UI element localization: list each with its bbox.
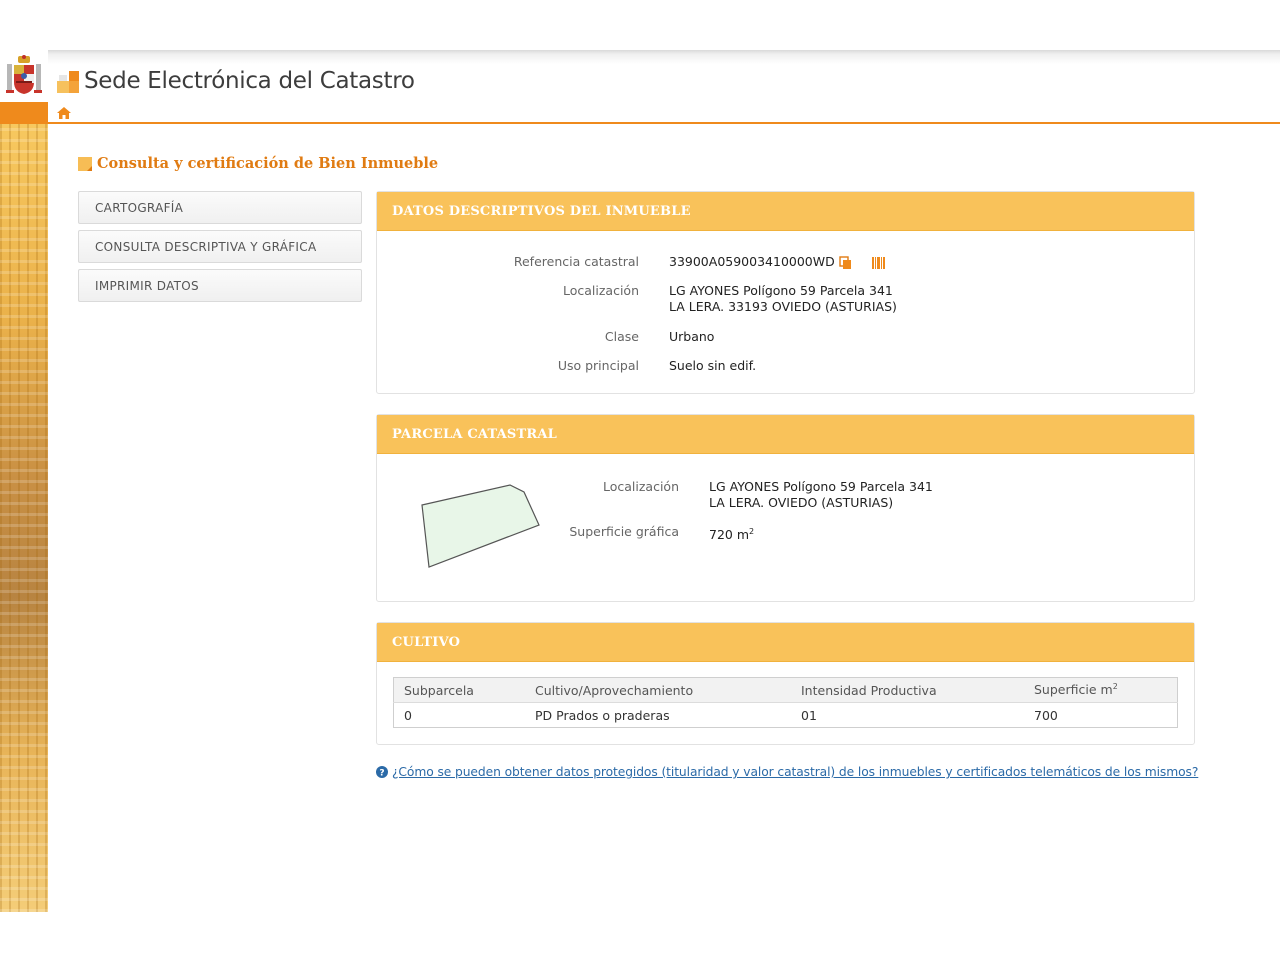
superficie-grafica-number: 720 m	[709, 527, 750, 543]
sidebar-item-cartografia[interactable]: CARTOGRAFÍA	[78, 191, 362, 224]
site-title[interactable]: Sede Electrónica del Catastro	[84, 68, 415, 94]
datos-descriptivos-title: DATOS DESCRIPTIVOS DEL INMUEBLE	[377, 192, 1194, 231]
table-header-row: Subparcela Cultivo/Aprovechamiento Inten…	[393, 677, 1178, 703]
col-superficie-exp: 2	[1112, 682, 1118, 692]
nav-bar	[48, 102, 1280, 124]
localizacion-line2: LA LERA. 33193 OVIEDO (ASTURIAS)	[669, 299, 897, 314]
home-icon[interactable]	[57, 107, 71, 119]
sidebar-item-consulta-descriptiva[interactable]: CONSULTA DESCRIPTIVA Y GRÁFICA	[78, 230, 362, 263]
cultivo-table: Subparcela Cultivo/Aprovechamiento Inten…	[393, 677, 1178, 728]
superficie-grafica-value: 720 m2	[709, 524, 754, 543]
catastro-logo-icon	[57, 71, 79, 93]
col-cultivo: Cultivo/Aprovechamiento	[525, 677, 791, 703]
top-margin	[0, 0, 1280, 50]
page-title: Consulta y certificación de Bien Inmuebl…	[78, 155, 438, 172]
sidebar-item-imprimir-datos[interactable]: IMPRIMIR DATOS	[78, 269, 362, 302]
uso-principal-value: Suelo sin edif.	[669, 358, 757, 373]
localizacion-line1: LG AYONES Polígono 59 Parcela 341	[669, 283, 893, 298]
table-row: 0 PD Prados o praderas 01 700	[394, 703, 1178, 728]
spain-coat-of-arms-icon	[0, 50, 48, 102]
parcela-localizacion-label: Localización	[602, 479, 679, 494]
barcode-icon[interactable]	[871, 256, 886, 269]
nav-accent-block	[0, 102, 48, 124]
page-title-text: Consulta y certificación de Bien Inmuebl…	[97, 155, 439, 172]
question-circle-icon: ?	[376, 766, 388, 778]
copy-icon[interactable]	[839, 256, 852, 269]
document-icon	[78, 156, 92, 171]
cell-superficie: 700	[1034, 707, 1058, 723]
help-link-row: ? ¿Cómo se pueden obtener datos protegid…	[376, 765, 1198, 779]
clase-value: Urbano	[669, 329, 715, 344]
sidebar-menu: CARTOGRAFÍA CONSULTA DESCRIPTIVA Y GRÁFI…	[78, 191, 362, 308]
cultivo-panel: CULTIVO Subparcela Cultivo/Aprovechamien…	[376, 622, 1195, 745]
decorative-city-strip	[0, 124, 48, 912]
localizacion-label: Localización	[562, 283, 639, 298]
clase-label: Clase	[604, 329, 639, 344]
parcela-localizacion-line2: LA LERA. OVIEDO (ASTURIAS)	[709, 495, 894, 510]
ref-catastral-row: 33900A059003410000WD	[669, 254, 886, 270]
bottom-margin	[0, 912, 1280, 960]
datos-descriptivos-panel: DATOS DESCRIPTIVOS DEL INMUEBLE Referenc…	[376, 191, 1195, 394]
ref-catastral-value[interactable]: 33900A059003410000WD	[669, 254, 835, 269]
col-superficie: Superficie m2	[1024, 677, 1178, 703]
col-intensidad: Intensidad Productiva	[791, 677, 1024, 703]
cultivo-title: CULTIVO	[377, 623, 1194, 662]
datos-protegidos-link[interactable]: ¿Cómo se pueden obtener datos protegidos…	[392, 765, 1198, 779]
superficie-grafica-exp: 2	[749, 527, 755, 536]
uso-principal-label: Uso principal	[557, 358, 639, 373]
site-header: Sede Electrónica del Catastro	[48, 50, 1280, 103]
parcela-catastral-title: PARCELA CATASTRAL	[377, 415, 1194, 454]
parcel-shape-map[interactable]	[417, 480, 547, 575]
ref-catastral-label: Referencia catastral	[513, 254, 639, 269]
cell-cultivo: PD Prados o praderas	[535, 707, 670, 723]
parcela-localizacion-line1: LG AYONES Polígono 59 Parcela 341	[709, 479, 933, 494]
col-subparcela: Subparcela	[393, 677, 525, 703]
superficie-grafica-label: Superficie gráfica	[569, 524, 679, 539]
col-superficie-text: Superficie m	[1034, 682, 1113, 698]
cell-subparcela: 0	[404, 707, 412, 723]
cell-intensidad: 01	[801, 707, 817, 723]
parcela-catastral-panel: PARCELA CATASTRAL Localización LG AYONES…	[376, 414, 1195, 602]
svg-text:?: ?	[379, 769, 384, 779]
